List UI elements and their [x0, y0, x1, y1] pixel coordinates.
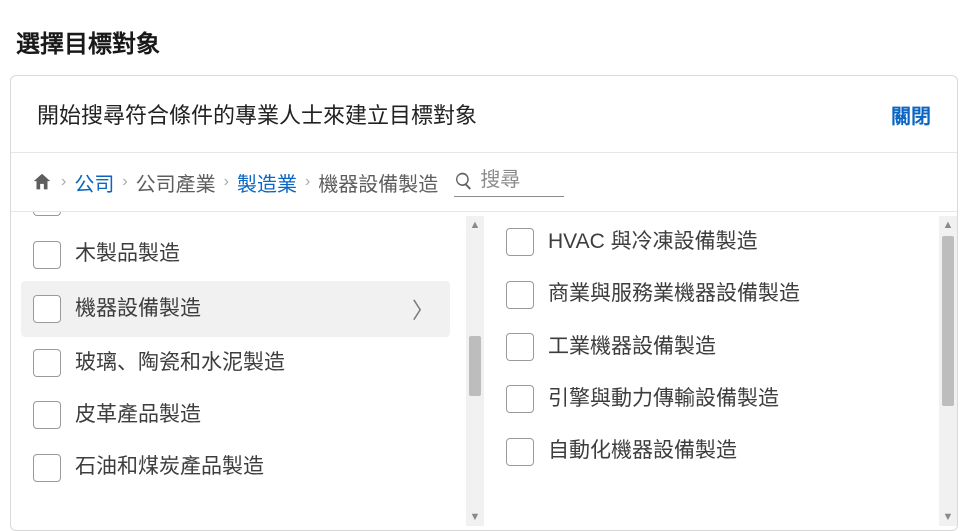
panel-subtitle: 開始搜尋符合條件的專業人士來建立目標對象	[37, 98, 477, 130]
page-title: 選擇目標對象	[0, 0, 968, 75]
crumb-machinery: 機器設備製造	[318, 168, 438, 197]
item-label: 玻璃、陶瓷和水泥製造	[75, 349, 438, 377]
home-icon[interactable]	[31, 171, 53, 193]
chevron-right-icon: ›	[303, 173, 312, 191]
checkbox[interactable]	[506, 333, 534, 361]
chevron-right-icon: ›	[222, 173, 231, 191]
list-item[interactable]: 玻璃、陶瓷和水泥製造	[21, 337, 450, 389]
scroll-down-icon[interactable]: ▼	[466, 508, 484, 526]
item-label: 石油和煤炭產品製造	[75, 453, 438, 481]
search-icon	[454, 171, 474, 191]
checkbox[interactable]	[506, 438, 534, 466]
checkbox[interactable]	[33, 401, 61, 429]
list-item[interactable]: 皮革產品製造	[21, 389, 450, 441]
checkbox[interactable]	[33, 241, 61, 269]
columns: 服裝裝造木製品製造機器設備製造〉玻璃、陶瓷和水泥製造皮革產品製造石油和煤炭產品製…	[11, 212, 957, 530]
checkbox[interactable]	[506, 385, 534, 413]
item-label: 服裝裝造	[75, 212, 438, 216]
list-item[interactable]: 木製品製造	[21, 228, 450, 280]
list-item[interactable]: 石油和煤炭產品製造	[21, 441, 450, 493]
list-item[interactable]: 自動化機器設備製造	[494, 425, 923, 477]
item-label: 皮革產品製造	[75, 401, 438, 429]
checkbox[interactable]	[506, 228, 534, 256]
list-item[interactable]: HVAC 與冷凍設備製造	[494, 216, 923, 268]
close-button[interactable]: 關閉	[891, 100, 931, 129]
scrollbar[interactable]: ▲ ▼	[466, 216, 484, 526]
scroll-up-icon[interactable]: ▲	[939, 216, 957, 234]
item-label: 工業機器設備製造	[548, 333, 911, 361]
chevron-right-icon: ›	[59, 173, 68, 191]
left-column: 服裝裝造木製品製造機器設備製造〉玻璃、陶瓷和水泥製造皮革產品製造石油和煤炭產品製…	[11, 212, 484, 530]
checkbox[interactable]	[33, 212, 61, 216]
search-field[interactable]	[454, 167, 564, 197]
scrollbar[interactable]: ▲ ▼	[939, 216, 957, 526]
scroll-thumb[interactable]	[942, 236, 954, 406]
picker-panel: 開始搜尋符合條件的專業人士來建立目標對象 關閉 › 公司 › 公司產業 › 製造…	[10, 75, 958, 531]
item-label: HVAC 與冷凍設備製造	[548, 228, 911, 256]
item-label: 木製品製造	[75, 240, 438, 268]
breadcrumb: › 公司 › 公司產業 › 製造業 › 機器設備製造	[11, 153, 957, 212]
item-label: 引擎與動力傳輸設備製造	[548, 385, 911, 413]
search-input[interactable]	[474, 167, 564, 194]
right-column: HVAC 與冷凍設備製造商業與服務業機器設備製造工業機器設備製造引擎與動力傳輸設…	[484, 212, 957, 530]
crumb-company[interactable]: 公司	[74, 168, 114, 197]
scroll-down-icon[interactable]: ▼	[939, 508, 957, 526]
scroll-up-icon[interactable]: ▲	[466, 216, 484, 234]
list-item[interactable]: 服裝裝造	[21, 212, 450, 228]
item-label: 商業與服務業機器設備製造	[548, 280, 911, 308]
chevron-right-icon: 〉	[412, 293, 438, 325]
checkbox[interactable]	[506, 281, 534, 309]
list-item[interactable]: 商業與服務業機器設備製造	[494, 268, 923, 320]
checkbox[interactable]	[33, 349, 61, 377]
checkbox[interactable]	[33, 295, 61, 323]
item-label: 機器設備製造	[75, 295, 398, 323]
chevron-right-icon: ›	[120, 173, 129, 191]
crumb-manufacturing[interactable]: 製造業	[237, 168, 297, 197]
list-item[interactable]: 機器設備製造〉	[21, 281, 450, 337]
list-item[interactable]: 引擎與動力傳輸設備製造	[494, 373, 923, 425]
panel-header: 開始搜尋符合條件的專業人士來建立目標對象 關閉	[11, 76, 957, 153]
item-label: 自動化機器設備製造	[548, 437, 911, 465]
checkbox[interactable]	[33, 454, 61, 482]
list-item[interactable]: 工業機器設備製造	[494, 321, 923, 373]
crumb-industry[interactable]: 公司產業	[136, 168, 216, 197]
scroll-thumb[interactable]	[469, 336, 481, 396]
